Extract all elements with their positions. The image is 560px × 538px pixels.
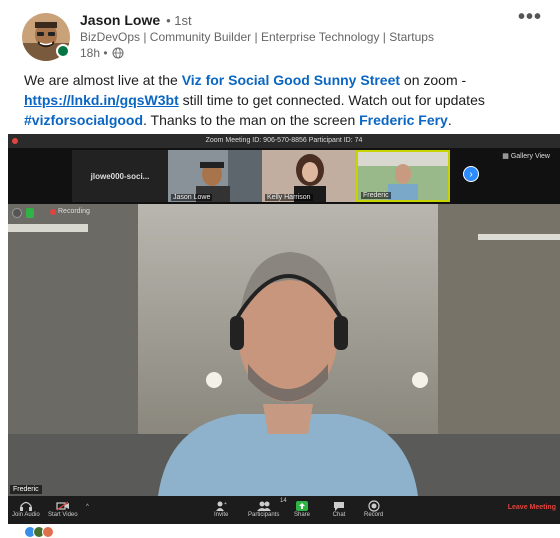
share-screen-icon — [295, 499, 309, 512]
share-label: Share — [294, 512, 311, 518]
more-options-icon[interactable]: ••• — [518, 7, 542, 27]
leave-meeting-button[interactable]: Leave Meeting — [508, 504, 556, 511]
participant-tile-name: Frederic — [361, 192, 391, 199]
participants-button[interactable]: Participants — [248, 499, 279, 518]
window-close-icon — [12, 138, 18, 144]
hashtag-link[interactable]: #vizforsocialgood — [24, 112, 143, 128]
svg-text:+: + — [224, 501, 227, 507]
record-button[interactable]: Record — [364, 499, 383, 518]
recording-indicator: Recording — [50, 208, 90, 215]
join-audio-label: Join Audio — [12, 512, 40, 518]
participant-tile: jlowe000-soci... — [72, 150, 168, 202]
online-status-icon — [56, 44, 70, 58]
participant-tile: Jason Lowe — [168, 150, 262, 202]
start-video-button[interactable]: Start Video — [48, 499, 78, 518]
globe-icon — [112, 47, 124, 59]
join-audio-button[interactable]: Join Audio — [12, 499, 40, 518]
love-reaction-icon — [42, 526, 54, 538]
participant-tile-name: Kelly Harrison — [265, 194, 313, 201]
participant-tile-active: Frederic — [356, 150, 450, 202]
invite-label: Invite — [214, 512, 229, 518]
participants-icon — [256, 499, 271, 512]
connection-degree: • 1st — [166, 12, 192, 28]
reaction-icons[interactable] — [24, 526, 54, 538]
post-body: We are almost live at the Viz for Social… — [24, 70, 524, 130]
security-shield-icon[interactable] — [12, 208, 22, 218]
post-text-6: . — [447, 112, 452, 128]
post-text-4: still time to get connected. Watch out f… — [178, 92, 485, 108]
record-label: Record — [364, 512, 384, 518]
participant-tile-name: jlowe000-soci... — [90, 171, 150, 181]
author-name[interactable]: Jason Lowe — [80, 12, 160, 28]
post-link[interactable]: https://lnkd.in/gqsW3bt — [24, 92, 179, 108]
post-meta: 18h • — [80, 46, 124, 60]
post-text-5: . Thanks to the man on the screen — [143, 112, 360, 128]
participant-strip: jlowe000-soci... Jason Lowe Kelly Harris… — [8, 148, 560, 204]
video-options-chevron-icon[interactable]: ^ — [86, 504, 89, 510]
record-icon — [367, 499, 381, 512]
speaker-video-frame — [8, 204, 560, 496]
gallery-view-label: Gallery View — [510, 153, 550, 160]
participant-tile: Kelly Harrison — [262, 150, 356, 202]
chat-button[interactable]: Chat — [332, 499, 346, 518]
zoom-toolbar: Join Audio Start Video ^ + Invite Partic… — [8, 496, 560, 524]
encryption-lock-icon — [26, 208, 34, 218]
participant-tile-name: Jason Lowe — [171, 194, 213, 201]
video-off-icon — [56, 499, 70, 512]
speaker-name-label: Frederic — [10, 485, 42, 494]
recording-dot-icon — [50, 208, 56, 215]
headphones-icon — [19, 499, 33, 512]
invite-icon: + — [214, 499, 228, 512]
mention-sunny-street[interactable]: Sunny Street — [314, 72, 400, 88]
author-name-line: Jason Lowe • 1st — [80, 12, 192, 28]
post-text-3: on zoom - — [400, 72, 467, 88]
start-video-label: Start Video — [48, 512, 78, 518]
invite-button[interactable]: + Invite — [214, 499, 229, 519]
chat-label: Chat — [332, 512, 346, 518]
participants-count: 14 — [280, 498, 287, 504]
post-text-1: We are almost live at the — [24, 72, 182, 88]
next-page-icon[interactable]: › — [463, 166, 479, 182]
main-speaker-video: Recording Frederic — [8, 204, 560, 496]
gallery-view-button[interactable]: ▦ Gallery View — [502, 152, 550, 160]
share-button[interactable]: Share — [294, 499, 310, 518]
zoom-title-bar: Zoom Meeting ID: 906-570-8856 Participan… — [8, 134, 560, 148]
chat-icon — [332, 499, 346, 512]
participants-label: Participants — [248, 512, 280, 518]
post-time: 18h • — [80, 46, 108, 60]
linkedin-post: Jason Lowe • 1st BizDevOps | Community B… — [0, 0, 560, 538]
author-headline: BizDevOps | Community Builder | Enterpri… — [80, 30, 434, 44]
mention-viz-for-social-good[interactable]: Viz for Social Good — [182, 72, 310, 88]
recording-label: Recording — [58, 208, 90, 215]
post-image-zoom-screenshot[interactable]: Zoom Meeting ID: 906-570-8856 Participan… — [8, 134, 560, 524]
mention-frederic-fery[interactable]: Frederic Fery — [359, 112, 448, 128]
